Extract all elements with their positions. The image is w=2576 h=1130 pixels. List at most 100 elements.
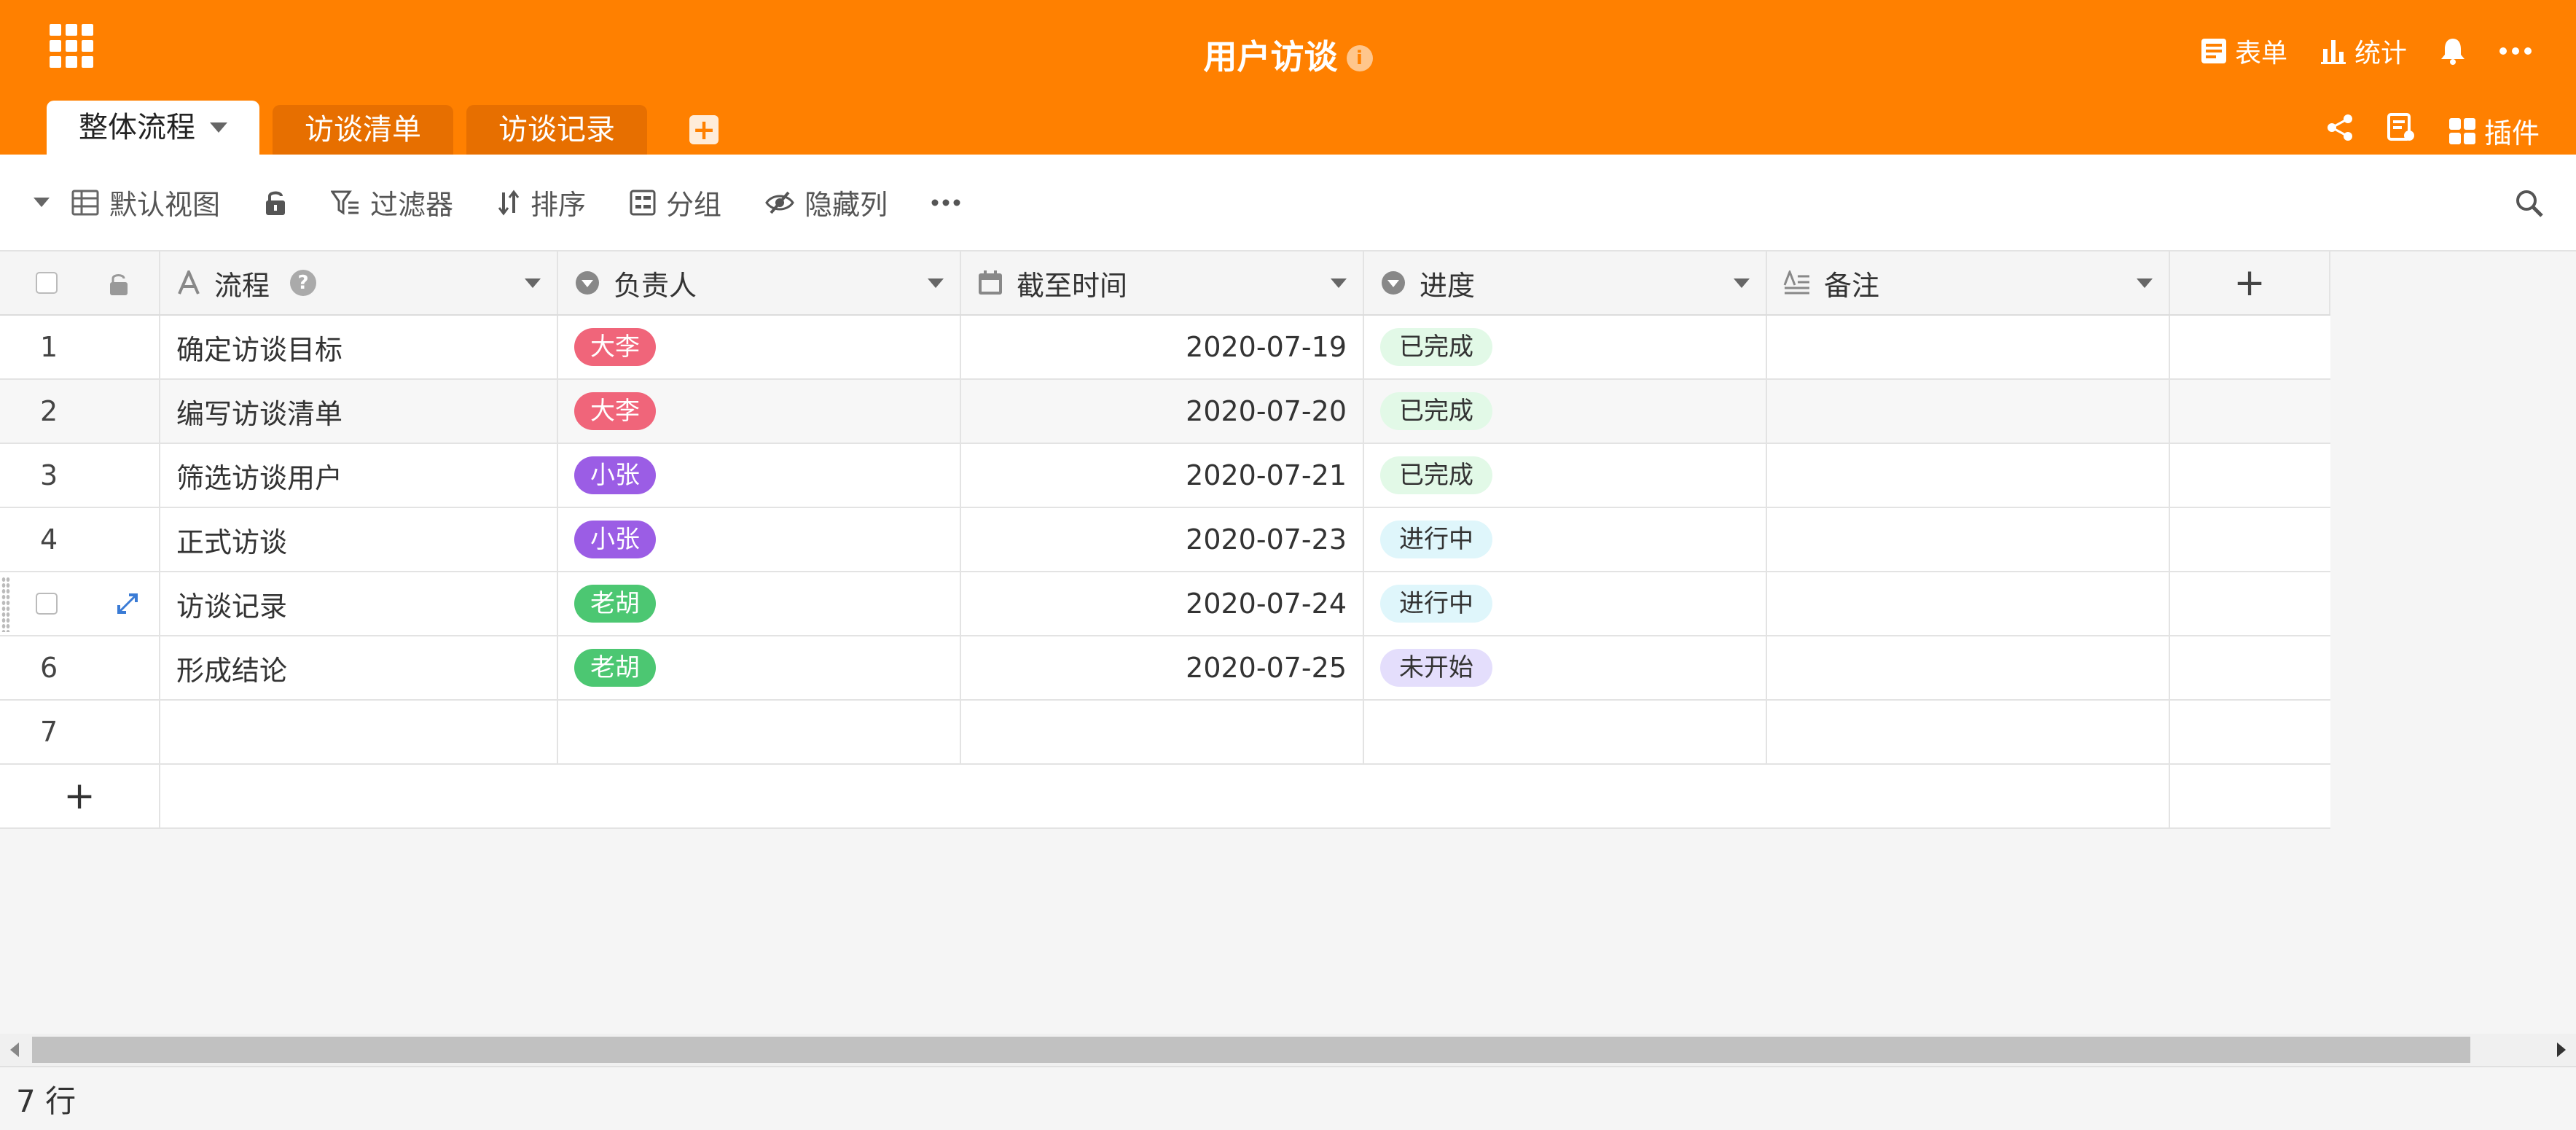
table-row[interactable]: 7 — [0, 701, 2330, 765]
plugin-button[interactable]: 插件 — [2448, 111, 2540, 151]
cell-owner[interactable]: 老胡 — [558, 636, 961, 699]
cell-flow[interactable]: 确定访谈目标 — [160, 316, 558, 378]
search-icon[interactable] — [2515, 189, 2544, 225]
add-tab-button[interactable]: + — [689, 115, 719, 144]
table-row[interactable]: 1 确定访谈目标 大李 2020-07-19 已完成 — [0, 316, 2330, 380]
add-row-button[interactable]: + — [0, 765, 160, 827]
view-lock-button[interactable] — [264, 189, 287, 217]
form-button[interactable]: 表单 — [2200, 32, 2287, 70]
toolbar-more-button[interactable] — [931, 199, 960, 206]
hide-columns-button[interactable]: 隐藏列 — [765, 182, 888, 222]
cell-deadline[interactable]: 2020-07-21 — [961, 444, 1364, 507]
cell-note[interactable] — [1767, 701, 2170, 763]
cell-note[interactable] — [1767, 508, 2170, 571]
column-header-note[interactable]: 备注 — [1767, 252, 2170, 314]
cell-owner[interactable]: 小张 — [558, 444, 961, 507]
table-row[interactable]: 4 正式访谈 小张 2020-07-23 进行中 — [0, 508, 2330, 572]
add-row-area[interactable] — [160, 765, 2170, 827]
single-select-icon — [576, 271, 599, 295]
cell-progress[interactable] — [1364, 701, 1767, 763]
row-index-cell[interactable]: 2 — [0, 380, 160, 443]
row-index-cell[interactable]: 1 — [0, 316, 160, 378]
view-selector[interactable]: 默认视图 — [71, 182, 220, 222]
chevron-down-icon[interactable] — [210, 122, 227, 133]
cell-note[interactable] — [1767, 380, 2170, 443]
bell-icon[interactable] — [2439, 36, 2467, 66]
tab-overall-process[interactable]: 整体流程 — [47, 101, 259, 155]
cell-progress[interactable]: 已完成 — [1364, 316, 1767, 378]
horizontal-scrollbar[interactable] — [0, 1034, 2576, 1066]
select-all-checkbox[interactable] — [36, 272, 58, 294]
cell-note[interactable] — [1767, 316, 2170, 378]
tab-interview-records[interactable]: 访谈记录 — [466, 105, 647, 155]
cell-progress[interactable]: 已完成 — [1364, 380, 1767, 443]
drag-handle-icon[interactable] — [1, 577, 10, 632]
cell-flow[interactable]: 形成结论 — [160, 636, 558, 699]
cell-flow[interactable]: 正式访谈 — [160, 508, 558, 571]
info-icon[interactable]: i — [1346, 45, 1373, 71]
share-icon[interactable] — [2325, 113, 2354, 149]
help-icon[interactable]: ? — [290, 270, 317, 296]
group-button[interactable]: 分组 — [630, 182, 721, 222]
cell-progress[interactable]: 进行中 — [1364, 572, 1767, 635]
cell-owner[interactable]: 大李 — [558, 316, 961, 378]
cell-progress[interactable]: 已完成 — [1364, 444, 1767, 507]
more-icon[interactable] — [2499, 47, 2532, 55]
plugin-label: 插件 — [2483, 117, 2540, 149]
filter-button[interactable]: 过滤器 — [331, 182, 453, 222]
table-row[interactable]: 访谈记录 老胡 2020-07-24 进行中 — [0, 572, 2330, 636]
cell-deadline[interactable] — [961, 701, 1364, 763]
cell-note[interactable] — [1767, 636, 2170, 699]
column-header-deadline[interactable]: 截至时间 — [961, 252, 1364, 314]
row-index-cell[interactable]: 7 — [0, 701, 160, 763]
cell-progress[interactable]: 未开始 — [1364, 636, 1767, 699]
sort-button[interactable]: 排序 — [497, 182, 586, 222]
cell-deadline[interactable]: 2020-07-19 — [961, 316, 1364, 378]
row-index-cell[interactable]: 6 — [0, 636, 160, 699]
form-settings-icon[interactable] — [2387, 113, 2416, 149]
cell-deadline[interactable]: 2020-07-25 — [961, 636, 1364, 699]
cell-flow[interactable]: 访谈记录 — [160, 572, 558, 635]
table-row[interactable]: 6 形成结论 老胡 2020-07-25 未开始 — [0, 636, 2330, 701]
add-row: + — [0, 765, 2330, 829]
expand-icon[interactable] — [117, 593, 138, 615]
cell-deadline[interactable]: 2020-07-23 — [961, 508, 1364, 571]
chevron-down-icon[interactable] — [928, 278, 944, 288]
cell-owner[interactable]: 小张 — [558, 508, 961, 571]
table-row[interactable]: 2 编写访谈清单 大李 2020-07-20 已完成 — [0, 380, 2330, 444]
tab-interview-list[interactable]: 访谈清单 — [273, 105, 453, 155]
chevron-down-icon[interactable] — [34, 198, 50, 207]
cell-owner[interactable]: 老胡 — [558, 572, 961, 635]
scroll-left-icon[interactable] — [10, 1043, 19, 1057]
stats-button[interactable]: 统计 — [2319, 32, 2407, 70]
cell-flow[interactable] — [160, 701, 558, 763]
group-label: 分组 — [666, 189, 722, 221]
cell-owner[interactable]: 大李 — [558, 380, 961, 443]
scrollbar-thumb[interactable] — [32, 1037, 2470, 1063]
cell-deadline[interactable]: 2020-07-20 — [961, 380, 1364, 443]
row-index-cell[interactable]: 4 — [0, 508, 160, 571]
column-header-owner[interactable]: 负责人 — [558, 252, 961, 314]
cell-owner[interactable] — [558, 701, 961, 763]
row-checkbox[interactable] — [36, 593, 58, 615]
chevron-down-icon[interactable] — [1331, 278, 1347, 288]
add-column-button[interactable]: + — [2170, 252, 2330, 314]
column-header-flow[interactable]: 流程 ? — [160, 252, 558, 314]
cell-flow[interactable]: 编写访谈清单 — [160, 380, 558, 443]
form-icon — [2201, 39, 2226, 63]
table-tabs: 整体流程 访谈清单 访谈记录 + — [47, 101, 719, 155]
column-header-progress[interactable]: 进度 — [1364, 252, 1767, 314]
row-index-cell[interactable]: 3 — [0, 444, 160, 507]
table-row[interactable]: 3 筛选访谈用户 小张 2020-07-21 已完成 — [0, 444, 2330, 508]
row-index-cell[interactable] — [0, 572, 160, 635]
scroll-right-icon[interactable] — [2557, 1043, 2566, 1057]
cell-progress[interactable]: 进行中 — [1364, 508, 1767, 571]
chevron-down-icon[interactable] — [2137, 278, 2153, 288]
cell-flow[interactable]: 筛选访谈用户 — [160, 444, 558, 507]
cell-deadline[interactable]: 2020-07-24 — [961, 572, 1364, 635]
unlock-icon[interactable] — [108, 272, 130, 297]
cell-note[interactable] — [1767, 572, 2170, 635]
cell-note[interactable] — [1767, 444, 2170, 507]
chevron-down-icon[interactable] — [1734, 278, 1750, 288]
chevron-down-icon[interactable] — [525, 278, 541, 288]
